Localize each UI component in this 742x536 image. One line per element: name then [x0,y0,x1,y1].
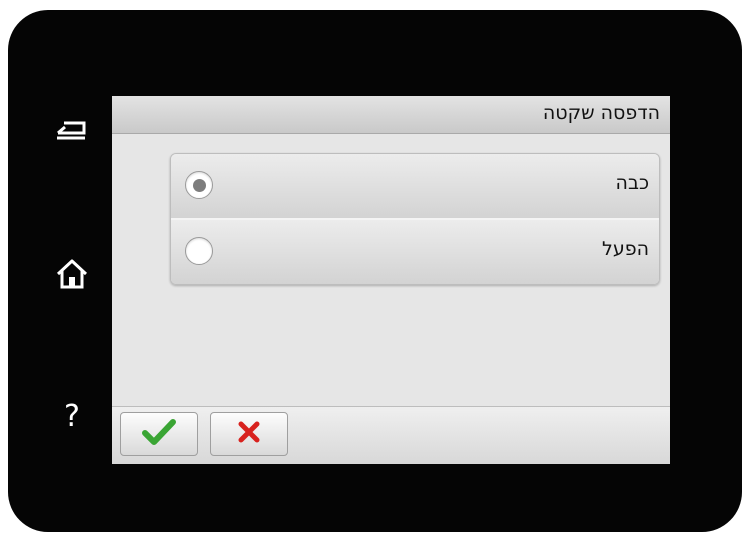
cancel-button[interactable] [210,412,288,456]
radio-button-selected[interactable] [185,171,213,199]
option-on-label: הפעל [602,238,649,260]
confirm-button[interactable] [120,412,198,456]
home-icon [55,258,89,290]
option-list: כבה הפעל [170,153,660,285]
home-button[interactable] [42,244,102,304]
option-off-label: כבה [615,172,649,194]
option-off[interactable]: כבה [171,154,659,218]
radio-dot [192,178,206,192]
touch-screen: הדפסה שקטה כבה הפעל [112,96,670,464]
title-bar: הדפסה שקטה [112,96,670,134]
action-bar [112,406,670,464]
checkmark-icon [142,418,176,450]
page-title: הדפסה שקטה [542,102,660,124]
option-on[interactable]: הפעל [171,218,659,284]
help-button[interactable]: ? [42,387,102,447]
help-icon: ? [64,399,80,434]
back-button[interactable] [42,100,102,160]
x-icon [237,420,261,448]
back-arrow-icon [54,117,90,143]
radio-button[interactable] [185,237,213,265]
